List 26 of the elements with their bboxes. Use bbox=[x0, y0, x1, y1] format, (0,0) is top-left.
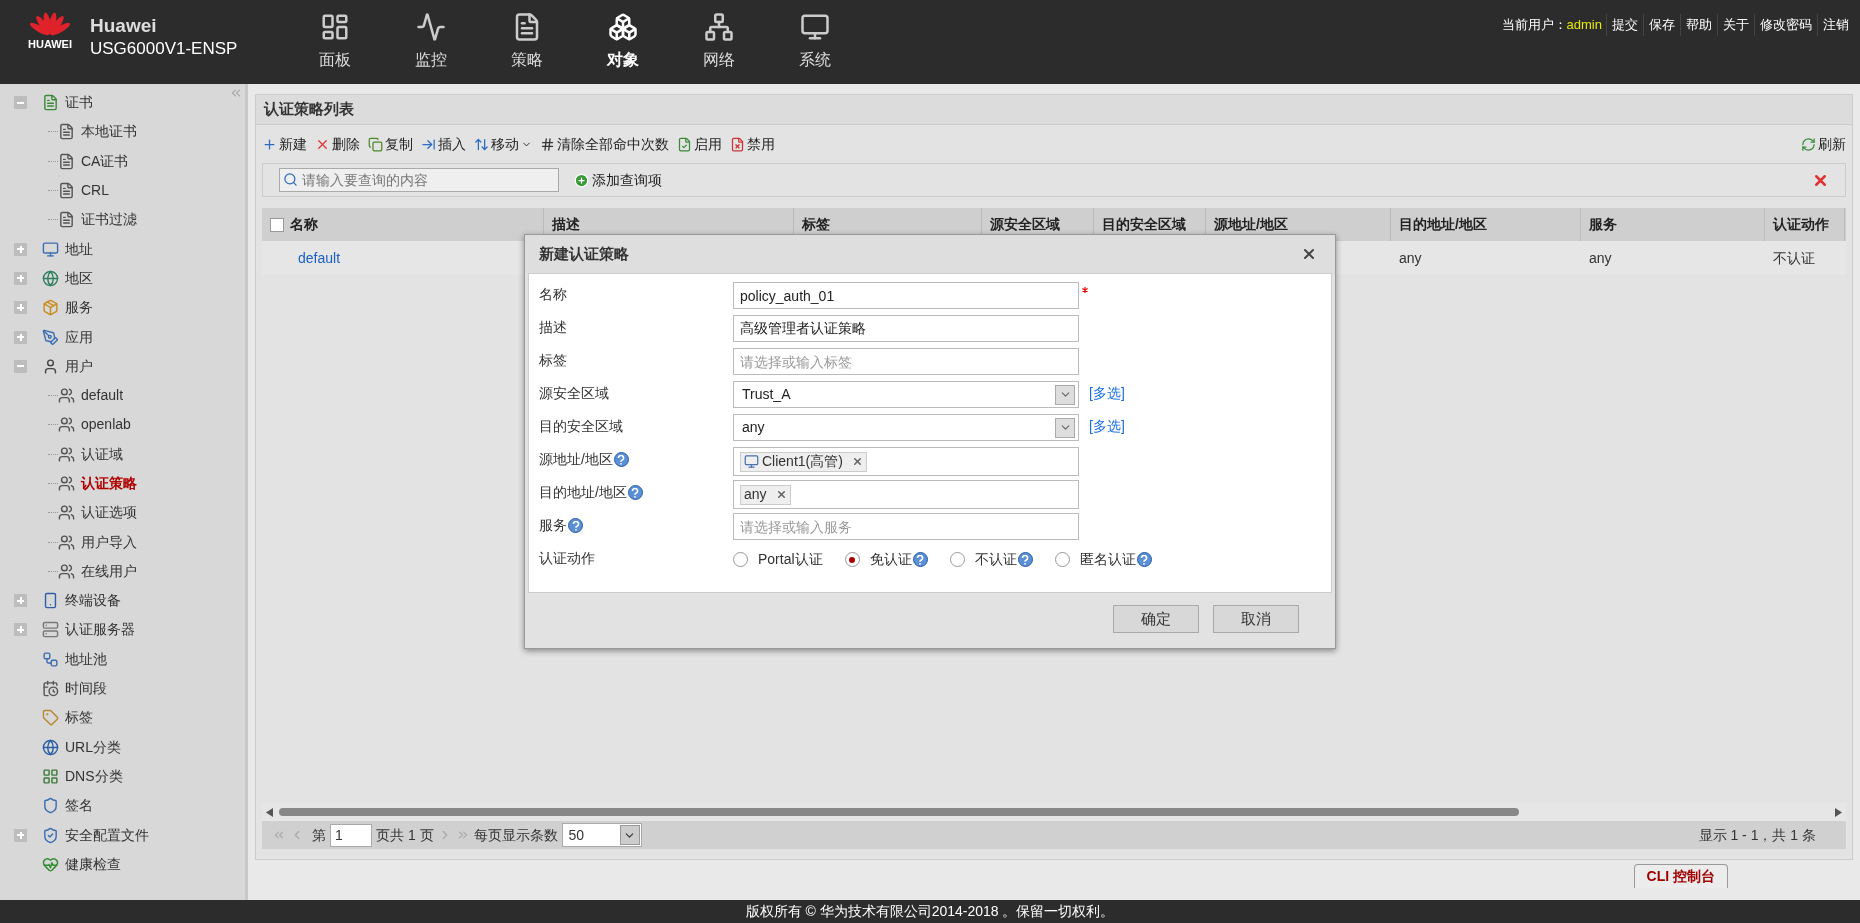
tag-chip: any bbox=[740, 484, 791, 505]
record-summary: 显示 1 - 1，共 1 条 bbox=[1698, 825, 1816, 845]
field-label: 名称 bbox=[539, 285, 567, 304]
page-label: 第 bbox=[312, 825, 326, 845]
field-label: 目的安全区域 bbox=[539, 417, 623, 436]
field-label: 服务 bbox=[539, 516, 567, 535]
field-label: 源地址/地区 bbox=[539, 450, 613, 469]
field-label: 描述 bbox=[539, 318, 567, 337]
dialog-title: 新建认证策略 bbox=[539, 243, 629, 264]
logo-text: HUAWEI bbox=[28, 37, 72, 52]
table-cell: 不认证 bbox=[1773, 249, 1815, 266]
table-cell: any bbox=[1589, 249, 1612, 266]
field-label: 源安全区域 bbox=[539, 384, 609, 403]
tag-chip: Client1(高管) bbox=[740, 451, 867, 472]
page-total: 页共 1 页 bbox=[376, 825, 434, 845]
user-name: admin bbox=[1566, 16, 1602, 35]
brand-name: Huawei bbox=[90, 14, 158, 38]
model-name: USG6000V1-ENSP bbox=[90, 38, 238, 60]
field-label: 认证动作 bbox=[539, 549, 595, 568]
copyright-text: 版权所有 © 华为技术有限公司2014-2018 。保留一切权利。 bbox=[745, 902, 1115, 921]
panel-title: 认证策略列表 bbox=[264, 99, 354, 120]
table-cell: any bbox=[1399, 249, 1422, 266]
field-label: 标签 bbox=[539, 351, 567, 370]
field-label: 目的地址/地区 bbox=[539, 483, 627, 502]
per-page-label: 每页显示条数 bbox=[473, 825, 558, 845]
user-label: 当前用户： bbox=[1501, 16, 1567, 35]
